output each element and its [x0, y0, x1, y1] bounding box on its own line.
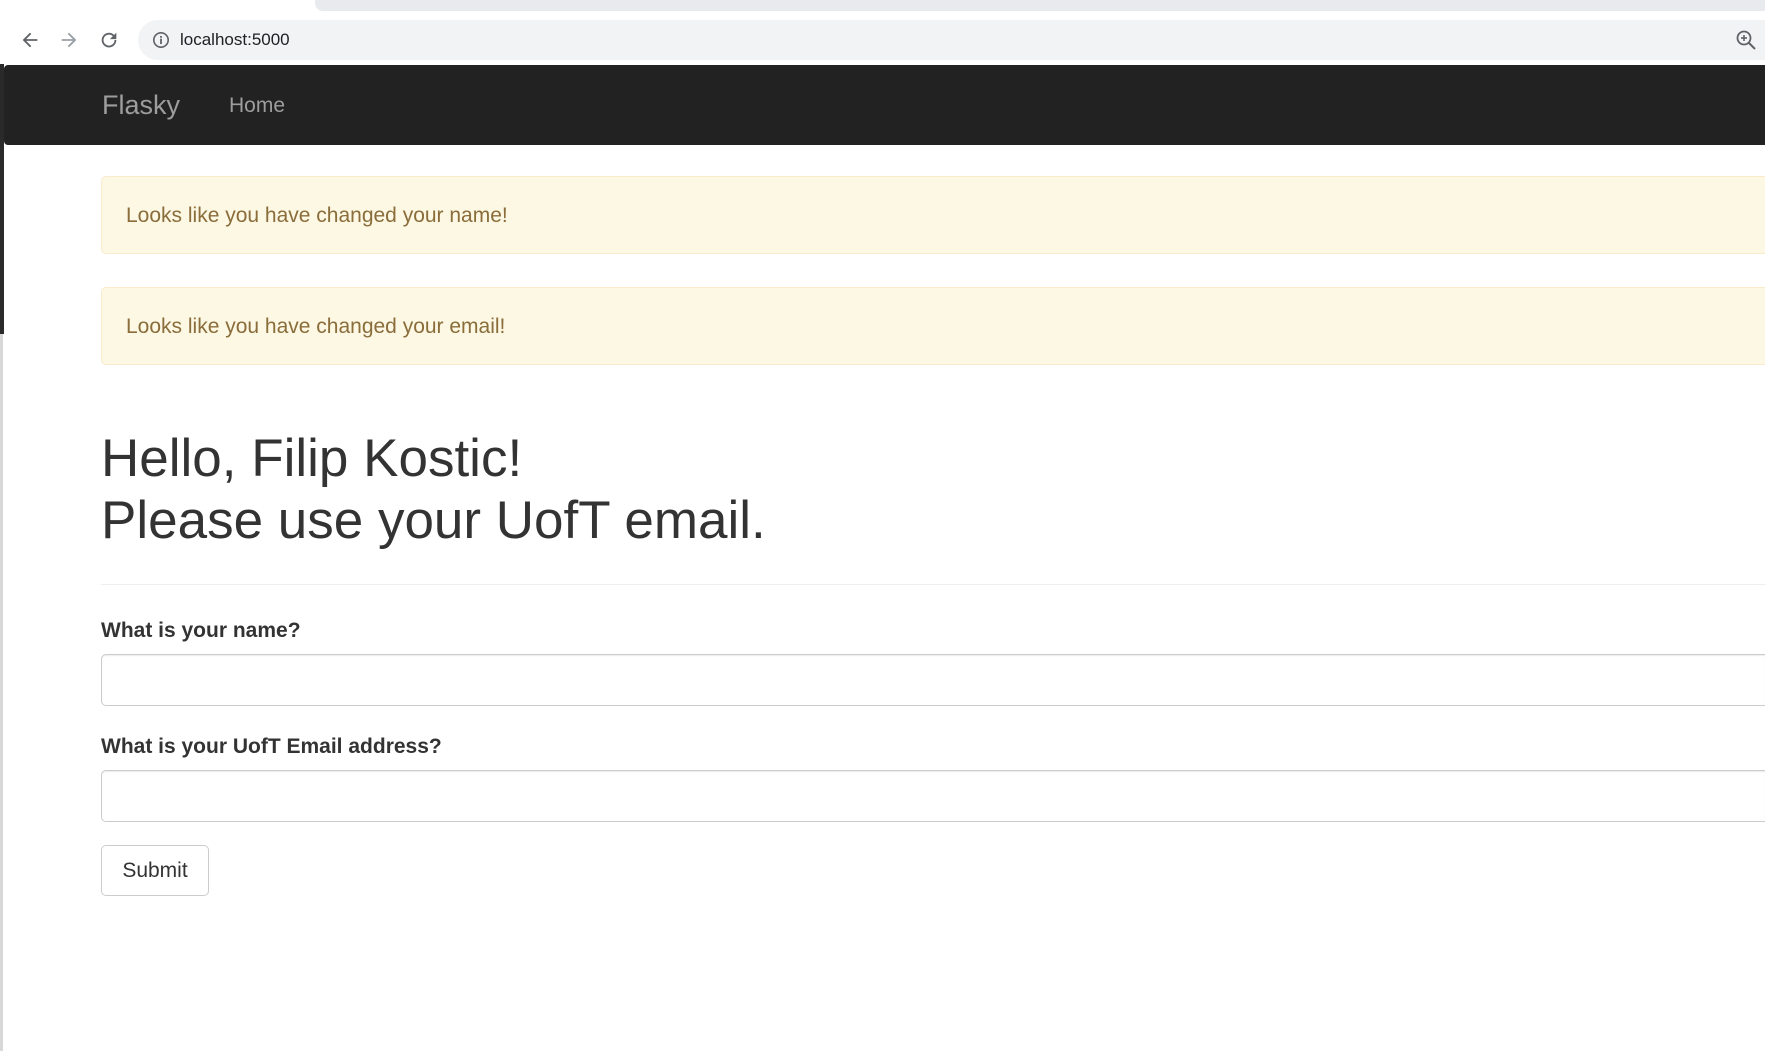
alert-name-changed: Looks like you have changed your name! — [101, 176, 1765, 254]
back-button[interactable] — [15, 25, 45, 55]
inactive-tab[interactable] — [315, 0, 1765, 11]
arrow-right-icon — [61, 32, 77, 48]
arrow-left-icon — [22, 32, 38, 48]
reload-button[interactable] — [94, 25, 124, 55]
instruction-line: Please use your UofT email. — [101, 491, 766, 550]
navbar-brand[interactable]: Flasky — [102, 89, 180, 121]
reload-icon — [101, 32, 117, 48]
alert-email-changed: Looks like you have changed your email! — [101, 287, 1765, 365]
greeting-line: Hello, Filip Kostic! — [101, 429, 523, 488]
page-header: Hello, Filip Kostic! Please use your Uof… — [101, 428, 1765, 552]
alert-text: Looks like you have changed your name! — [126, 204, 508, 227]
greeting-heading: Hello, Filip Kostic! Please use your Uof… — [101, 428, 1765, 552]
zoom-icon[interactable] — [1735, 29, 1757, 51]
navbar: Flasky Home — [4, 65, 1765, 145]
submit-button[interactable]: Submit — [101, 845, 209, 896]
alert-text: Looks like you have changed your email! — [126, 315, 506, 338]
browser-toolbar: localhost:5000 — [0, 11, 1765, 64]
name-label: What is your name? — [101, 619, 301, 642]
forward-button[interactable] — [54, 25, 84, 55]
nav-link-home[interactable]: Home — [229, 93, 285, 119]
name-input[interactable] — [101, 654, 1765, 706]
address-bar[interactable]: localhost:5000 — [138, 20, 1765, 60]
url-text[interactable]: localhost:5000 — [180, 29, 290, 51]
tab-strip — [0, 0, 1765, 11]
email-label: What is your UofT Email address? — [101, 735, 442, 758]
email-input[interactable] — [101, 770, 1765, 822]
header-divider — [101, 584, 1765, 585]
info-icon[interactable] — [152, 31, 170, 49]
